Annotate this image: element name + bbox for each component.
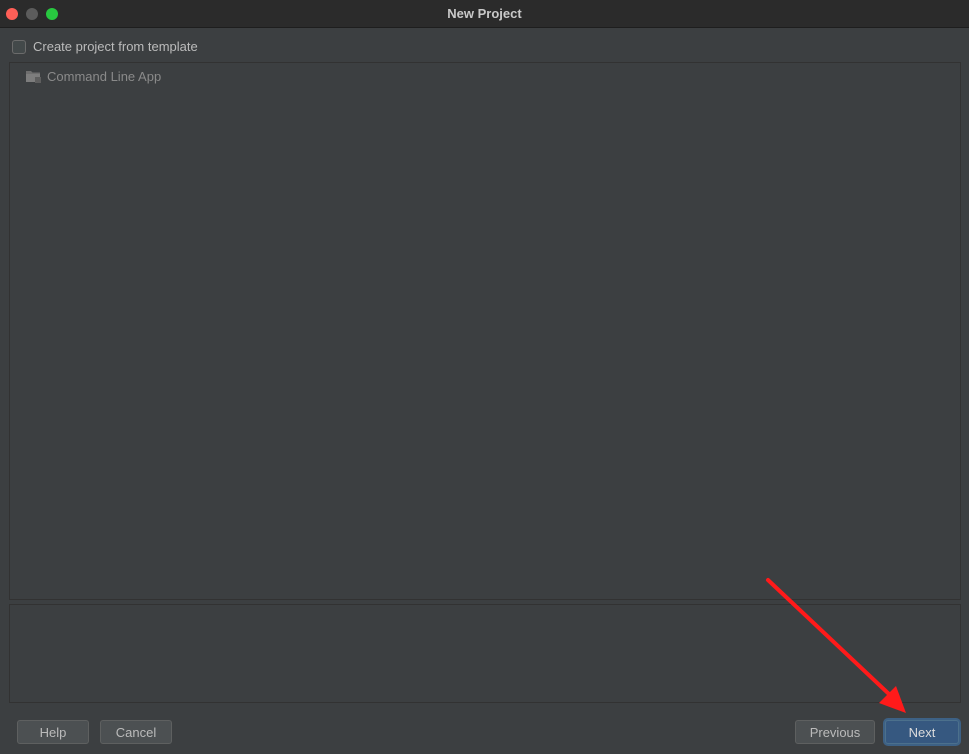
title-bar: New Project	[0, 0, 969, 28]
create-from-template-checkbox[interactable]	[12, 39, 26, 54]
minimize-window-icon[interactable]	[26, 8, 38, 20]
close-window-icon[interactable]	[6, 8, 18, 20]
template-item-command-line-app[interactable]: Command Line App	[26, 69, 161, 84]
template-item-label: Command Line App	[47, 69, 162, 84]
folder-icon	[26, 70, 41, 83]
window-controls	[6, 8, 58, 20]
next-button[interactable]: Next	[885, 720, 959, 744]
create-from-template-label: Create project from template	[33, 39, 198, 54]
maximize-window-icon[interactable]	[46, 8, 58, 20]
template-list[interactable]: Command Line App	[9, 62, 961, 600]
create-from-template-option[interactable]: Create project from template	[12, 39, 198, 54]
template-description-panel	[9, 604, 961, 703]
cancel-button[interactable]: Cancel	[100, 720, 172, 744]
window-title: New Project	[447, 6, 522, 21]
new-project-dialog: New Project Create project from template…	[0, 0, 969, 754]
help-button[interactable]: Help	[17, 720, 89, 744]
previous-button[interactable]: Previous	[795, 720, 875, 744]
